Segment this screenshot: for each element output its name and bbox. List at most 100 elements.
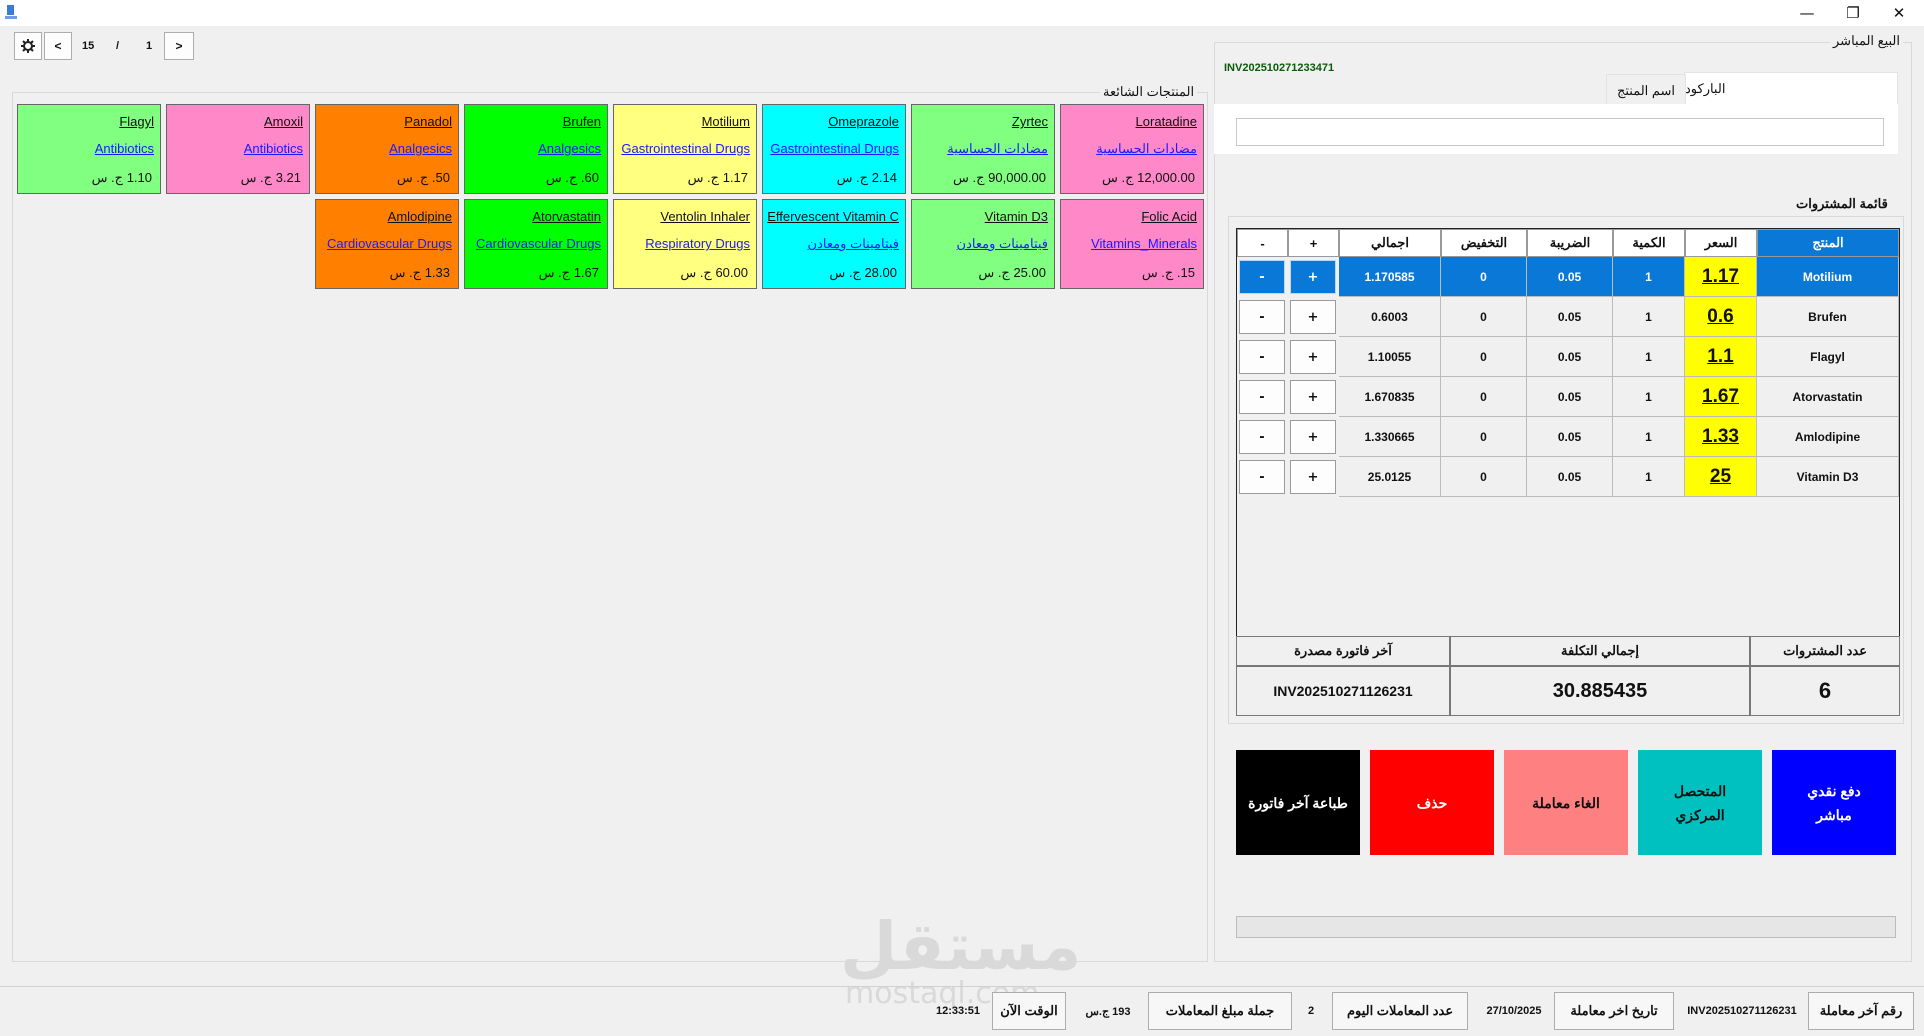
tab-barcode[interactable]: الباركود: [1684, 72, 1898, 104]
product-category[interactable]: Antibiotics: [95, 141, 154, 156]
cart-row[interactable]: Motilium 1.17 1 0.05 0 1.170585 + -: [1237, 257, 1899, 297]
cart-cell-discount: 0: [1441, 377, 1527, 417]
increase-qty-button[interactable]: +: [1290, 380, 1336, 414]
total-cost-label: إجمالي التكلفة: [1450, 636, 1750, 666]
product-tile[interactable]: Amoxil Antibiotics 3.21 ج. س: [166, 104, 310, 194]
product-category[interactable]: Respiratory Drugs: [645, 236, 750, 251]
product-category[interactable]: Gastrointestinal Drugs: [770, 141, 899, 156]
product-category[interactable]: Antibiotics: [244, 141, 303, 156]
product-name[interactable]: Atorvastatin: [532, 209, 601, 224]
product-name[interactable]: Amlodipine: [388, 209, 452, 224]
product-tile[interactable]: Omeprazole Gastrointestinal Drugs 2.14 ج. …: [762, 104, 906, 194]
product-name[interactable]: Vitamin D3: [985, 209, 1048, 224]
today-count-value: 2: [1307, 1005, 1315, 1017]
cart-row[interactable]: Amlodipine 1.33 1 0.05 0 1.330665 + -: [1237, 417, 1899, 457]
decrease-qty-button[interactable]: -: [1239, 460, 1285, 494]
tab-product-name[interactable]: اسم المنتج: [1606, 74, 1686, 106]
product-name[interactable]: Ventolin Inhaler: [660, 209, 750, 224]
increase-qty-button[interactable]: +: [1290, 460, 1336, 494]
last-date-button[interactable]: تاريخ اخر معاملة: [1554, 992, 1674, 1030]
count-label: عدد المشتروات: [1750, 636, 1900, 666]
decrease-qty-button[interactable]: -: [1239, 300, 1285, 334]
cart-cell-qty: 1: [1613, 417, 1685, 457]
product-category[interactable]: فيتامينات ومعادن: [808, 236, 899, 252]
product-name[interactable]: Motilium: [702, 114, 750, 129]
product-tile[interactable]: Folic Acid Vitamins_Minerals 15. ج. س: [1060, 199, 1204, 289]
increase-qty-button[interactable]: +: [1290, 340, 1336, 374]
cart-cell-tax: 0.05: [1527, 257, 1613, 297]
cart-row[interactable]: Flagyl 1.1 1 0.05 0 1.10055 + -: [1237, 337, 1899, 377]
product-name[interactable]: Panadol: [404, 114, 452, 129]
settings-button[interactable]: [14, 32, 42, 60]
product-tile[interactable]: Panadol Analgesics 50. ج. س: [315, 104, 459, 194]
product-name[interactable]: Flagyl: [119, 114, 154, 129]
restore-button[interactable]: ❐: [1830, 0, 1876, 26]
product-category[interactable]: Gastrointestinal Drugs: [621, 141, 750, 156]
increase-qty-button[interactable]: +: [1290, 260, 1336, 294]
product-tile[interactable]: Brufen Analgesics 60. ج. س: [464, 104, 608, 194]
product-price: 1.67 ج. س: [538, 265, 599, 280]
product-category[interactable]: Analgesics: [538, 141, 601, 156]
last-transaction-button[interactable]: رقم آخر معاملة: [1808, 992, 1914, 1030]
product-price: 15. ج. س: [1141, 265, 1195, 280]
total-amount-button[interactable]: جملة مبلغ المعاملات: [1148, 992, 1292, 1030]
decrease-qty-button[interactable]: -: [1239, 340, 1285, 374]
minimize-icon: —: [1799, 4, 1815, 22]
product-tile[interactable]: Zyrtec مضادات الحساسية 90,000.00 ج. س: [911, 104, 1055, 194]
minimize-button[interactable]: —: [1784, 0, 1830, 26]
increase-qty-button[interactable]: +: [1290, 420, 1336, 454]
gear-icon: [21, 39, 35, 53]
product-category[interactable]: Vitamins_Minerals: [1091, 236, 1197, 251]
product-name[interactable]: Folic Acid: [1141, 209, 1197, 224]
cart-cell-price[interactable]: 1.33: [1685, 417, 1757, 457]
cart-row[interactable]: Brufen 0.6 1 0.05 0 0.6003 + -: [1237, 297, 1899, 337]
cart-cell-product: Atorvastatin: [1757, 377, 1899, 417]
product-name[interactable]: Brufen: [563, 114, 601, 129]
product-category[interactable]: Analgesics: [389, 141, 452, 156]
product-name[interactable]: Amoxil: [264, 114, 303, 129]
product-name[interactable]: Omeprazole: [828, 114, 899, 129]
current-time-button[interactable]: الوقت الآن: [992, 992, 1066, 1030]
decrease-qty-button[interactable]: -: [1239, 260, 1285, 294]
cart-cell-tax: 0.05: [1527, 457, 1613, 497]
central-collector-button[interactable]: المتحصل المركزي: [1638, 750, 1762, 855]
cart-row[interactable]: Atorvastatin 1.67 1 0.05 0 1.670835 + -: [1237, 377, 1899, 417]
product-name[interactable]: Loratadine: [1136, 114, 1197, 129]
product-tile[interactable]: Atorvastatin Cardiovascular Drugs 1.67 ج. …: [464, 199, 608, 289]
cart-cell-price[interactable]: 0.6: [1685, 297, 1757, 337]
cart-cell-price[interactable]: 1.67: [1685, 377, 1757, 417]
product-category[interactable]: مضادات الحساسية: [1096, 141, 1197, 157]
decrease-qty-button[interactable]: -: [1239, 420, 1285, 454]
product-tile[interactable]: Ventolin Inhaler Respiratory Drugs 60.00 ج…: [613, 199, 757, 289]
print-last-invoice-button[interactable]: طباعة آخر فاتورة: [1236, 750, 1360, 855]
product-category[interactable]: Cardiovascular Drugs: [476, 236, 601, 251]
prev-page-button[interactable]: <: [44, 32, 72, 60]
increase-qty-button[interactable]: +: [1290, 300, 1336, 334]
product-tile[interactable]: Vitamin D3 فيتامينات ومعادن 25.00 ج. س: [911, 199, 1055, 289]
cash-payment-button[interactable]: دفع نقدي مباشر: [1772, 750, 1896, 855]
product-tile[interactable]: Flagyl Antibiotics 1.10 ج. س: [17, 104, 161, 194]
cart-cell-total: 0.6003: [1339, 297, 1441, 337]
product-tile[interactable]: Loratadine مضادات الحساسية 12,000.00 ج. س: [1060, 104, 1204, 194]
barcode-input[interactable]: [1236, 118, 1884, 146]
delete-button[interactable]: حذف: [1370, 750, 1494, 855]
product-tile[interactable]: Motilium Gastrointestinal Drugs 1.17 ج. س: [613, 104, 757, 194]
product-category[interactable]: مضادات الحساسية: [947, 141, 1048, 157]
cart-cell-price[interactable]: 1.1: [1685, 337, 1757, 377]
cart-cell-price[interactable]: 25: [1685, 457, 1757, 497]
cart-table: المنتج السعر الكمية الضريبة التخفيض اجما…: [1236, 228, 1900, 665]
cart-row[interactable]: Vitamin D3 25 1 0.05 0 25.0125 + -: [1237, 457, 1899, 497]
today-count-button[interactable]: عدد المعاملات اليوم: [1332, 992, 1468, 1030]
product-name[interactable]: Zyrtec: [1012, 114, 1048, 129]
cart-cell-product: Flagyl: [1757, 337, 1899, 377]
product-category[interactable]: فيتامينات ومعادن: [957, 236, 1048, 252]
cancel-transaction-button[interactable]: الغاء معاملة: [1504, 750, 1628, 855]
product-category[interactable]: Cardiovascular Drugs: [327, 236, 452, 251]
next-page-button[interactable]: >: [164, 32, 194, 60]
product-tile[interactable]: Effervescent Vitamin C فيتامينات ومعادن 28…: [762, 199, 906, 289]
product-name[interactable]: Effervescent Vitamin C: [767, 209, 899, 224]
close-button[interactable]: ✕: [1876, 0, 1922, 26]
cart-cell-price[interactable]: 1.17: [1685, 257, 1757, 297]
decrease-qty-button[interactable]: -: [1239, 380, 1285, 414]
product-tile[interactable]: Amlodipine Cardiovascular Drugs 1.33 ج. س: [315, 199, 459, 289]
